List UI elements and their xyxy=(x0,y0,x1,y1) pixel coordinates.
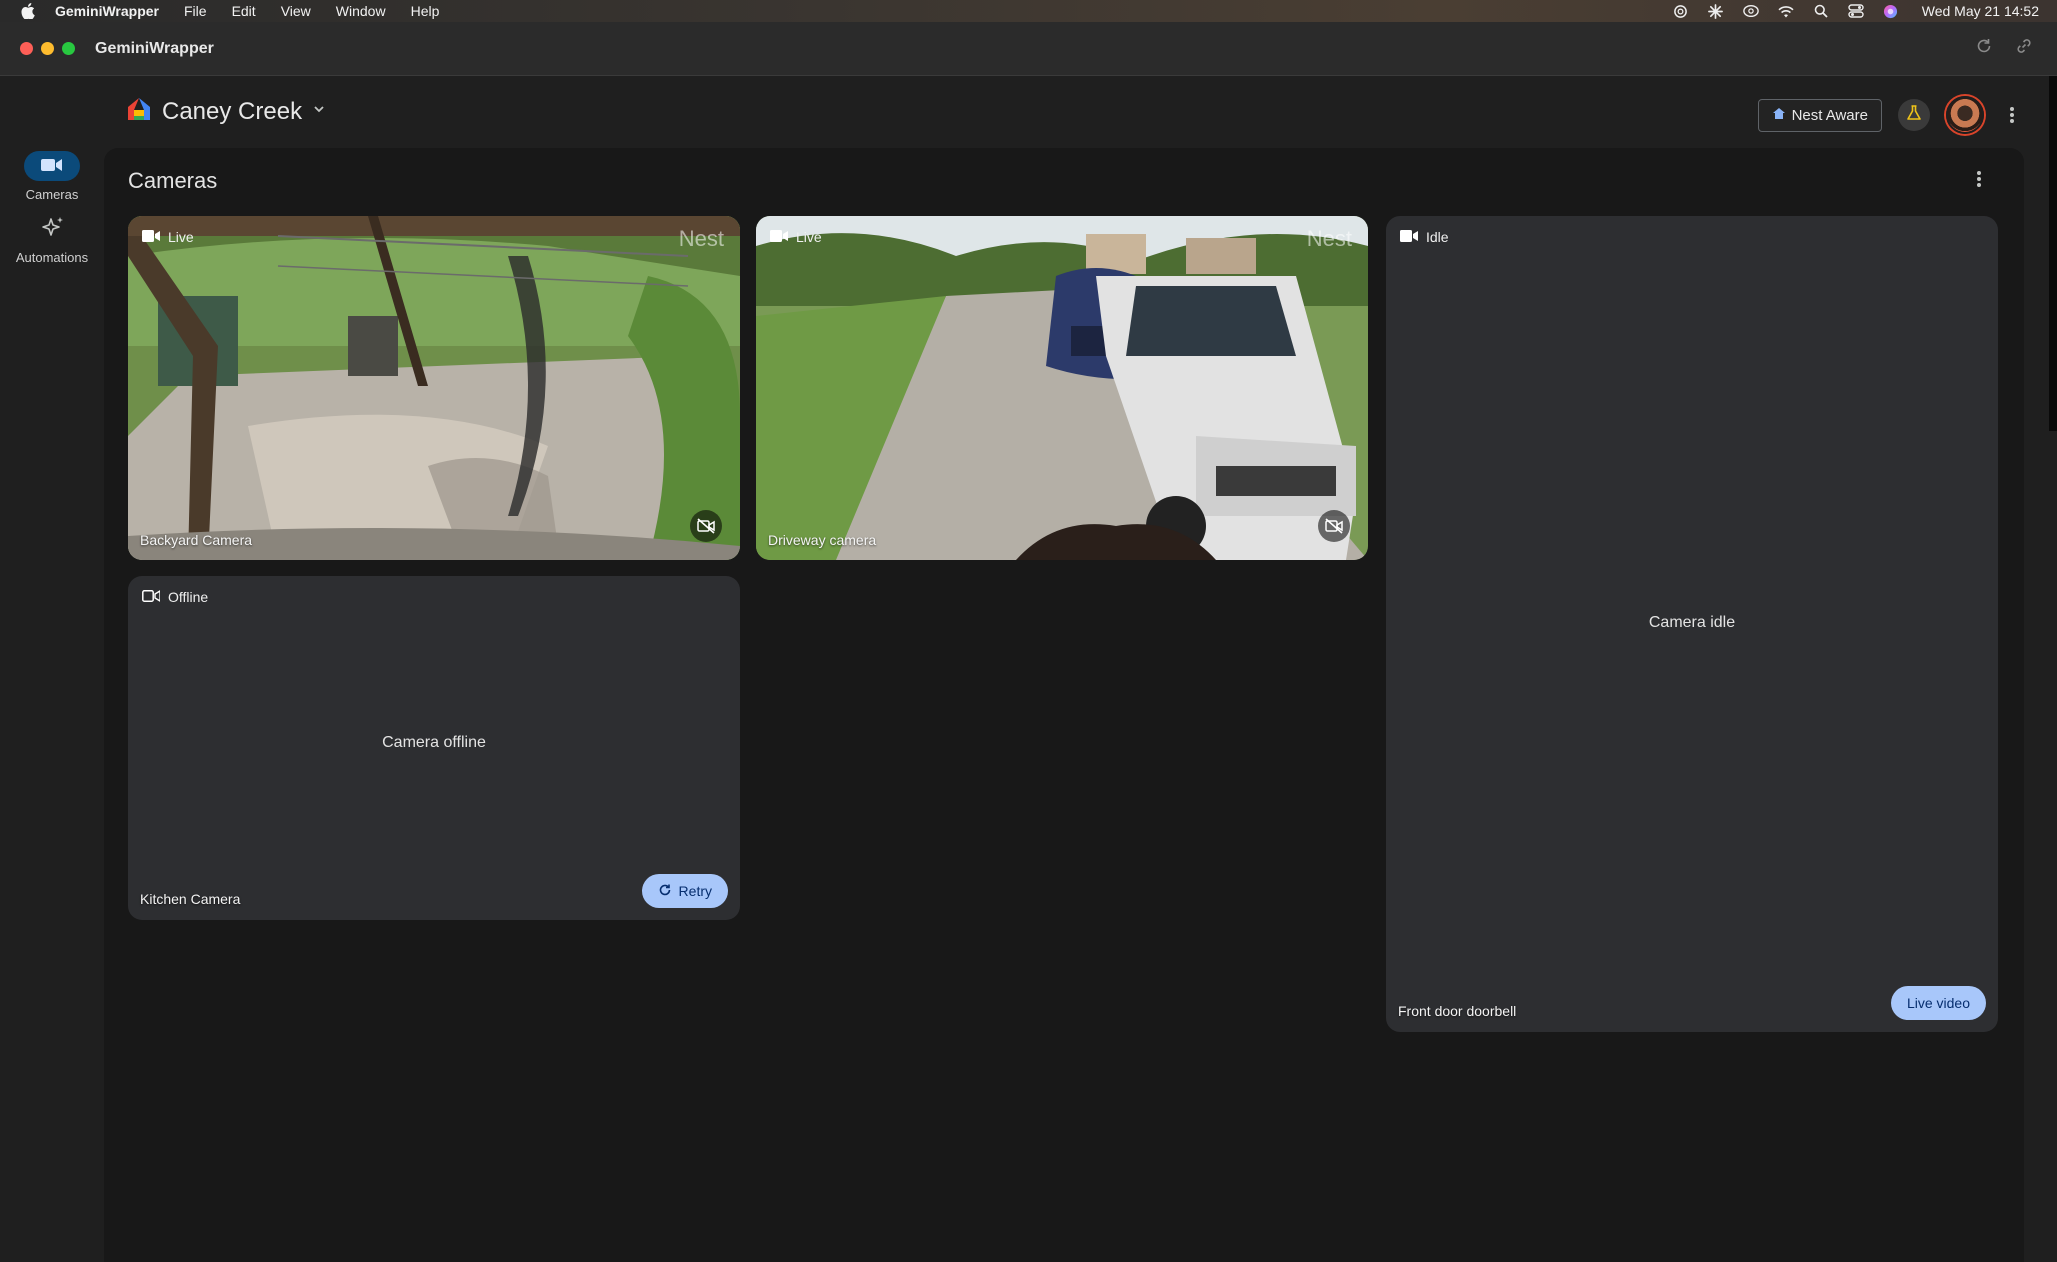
link-icon[interactable] xyxy=(2015,37,2033,60)
wifi-icon[interactable] xyxy=(1778,4,1794,18)
camera-offline-message: Camera offline xyxy=(382,734,486,751)
nest-watermark: Nest xyxy=(678,226,724,251)
nav-pill xyxy=(24,151,80,181)
more-vert-icon[interactable] xyxy=(2000,103,2024,127)
page-title: Cameras xyxy=(128,168,218,193)
camera-status: Offline xyxy=(142,589,208,605)
retry-label: Retry xyxy=(678,883,712,899)
camera-name: Backyard Camera xyxy=(140,532,253,548)
nav-label-automations: Automations xyxy=(15,250,89,265)
reload-icon[interactable] xyxy=(1975,37,1993,60)
menubar-clock[interactable]: Wed May 21 14:52 xyxy=(1922,3,2039,19)
live-video-label: Live video xyxy=(1906,995,1970,1011)
file-menu[interactable]: File xyxy=(184,3,207,19)
window-controls xyxy=(20,42,75,55)
nest-aware-label: Nest Aware xyxy=(1791,106,1868,124)
camera-card-backyard[interactable]: Live Nest Backyard Camera xyxy=(128,216,740,560)
nav-label-cameras: Cameras xyxy=(25,187,79,202)
camera-status: Idle xyxy=(1400,229,1449,245)
google-home-logo-icon xyxy=(126,96,152,127)
nav-pill xyxy=(24,214,80,244)
window-menu[interactable]: Window xyxy=(336,3,386,19)
home-switcher[interactable]: Caney Creek xyxy=(126,96,326,127)
panel-more-vert-icon[interactable] xyxy=(1976,170,1982,193)
camera-idle-message: Camera idle xyxy=(1648,614,1736,631)
cameras-panel: Cameras Live Nest Backyard Camera Live N… xyxy=(104,148,2024,1262)
view-menu[interactable]: View xyxy=(281,3,311,19)
videocam-off-icon[interactable] xyxy=(1318,510,1350,542)
videocam-icon xyxy=(142,229,160,245)
account-avatar[interactable] xyxy=(1946,96,1984,134)
nav-item-cameras[interactable]: Cameras xyxy=(0,151,104,202)
macos-menu-bar: GeminiWrapper File Edit View Window Help… xyxy=(0,0,2057,22)
zoom-window-button[interactable] xyxy=(62,42,75,55)
minimize-window-button[interactable] xyxy=(41,42,54,55)
camera-card-kitchen[interactable]: Offline Camera offline Kitchen Camera Re… xyxy=(128,576,740,920)
flask-icon xyxy=(1905,104,1923,127)
nest-watermark: Nest xyxy=(1306,226,1352,251)
window-title: GeminiWrapper xyxy=(95,39,214,57)
labs-button[interactable] xyxy=(1898,99,1930,131)
videocam-icon xyxy=(41,158,63,175)
creative-cloud-icon[interactable] xyxy=(1742,4,1759,18)
camera-card-front-door[interactable]: Idle Camera idle Front door doorbell Liv… xyxy=(1386,216,1998,1032)
videocam-icon xyxy=(1400,229,1418,245)
chatgpt-status-icon[interactable] xyxy=(1673,4,1689,18)
videocam-icon xyxy=(770,229,788,245)
camera-status-label: Live xyxy=(796,229,822,245)
camera-status: Live xyxy=(142,229,194,245)
camera-status-label: Idle xyxy=(1426,229,1449,245)
camera-card-driveway[interactable]: Live Nest Driveway camera xyxy=(756,216,1368,560)
window-scrollbar[interactable] xyxy=(2049,76,2057,431)
camera-name: Front door doorbell xyxy=(1398,1003,1517,1019)
camera-name: Driveway camera xyxy=(768,532,877,548)
camera-status: Live xyxy=(770,229,822,245)
chevron-down-icon xyxy=(312,102,326,121)
videocam-off-icon[interactable] xyxy=(690,510,722,542)
edit-menu[interactable]: Edit xyxy=(232,3,256,19)
camera-name: Kitchen Camera xyxy=(140,891,241,907)
nest-home-icon xyxy=(1772,107,1786,124)
side-navigation: Cameras Automations xyxy=(0,76,104,1262)
videocam-outline-icon xyxy=(142,589,161,605)
home-name: Caney Creek xyxy=(162,97,303,125)
spotlight-search-icon[interactable] xyxy=(1813,4,1829,18)
control-center-icon[interactable] xyxy=(1848,4,1864,18)
driveway-camera-feed[interactable] xyxy=(756,216,1368,560)
live-video-button[interactable]: Live video xyxy=(1890,986,1986,1020)
claude-status-icon[interactable] xyxy=(1708,3,1724,19)
backyard-camera-feed[interactable] xyxy=(128,216,740,560)
app-menu[interactable]: GeminiWrapper xyxy=(55,3,159,19)
siri-icon[interactable] xyxy=(1883,4,1899,18)
app-header: Caney Creek Nest Aware xyxy=(104,76,2024,148)
camera-status-label: Live xyxy=(168,229,194,245)
close-window-button[interactable] xyxy=(20,42,33,55)
help-menu[interactable]: Help xyxy=(411,3,440,19)
apple-menu-icon[interactable] xyxy=(21,3,35,19)
refresh-icon xyxy=(658,883,672,900)
window-titlebar: GeminiWrapper xyxy=(0,22,2057,76)
nest-aware-button[interactable]: Nest Aware xyxy=(1757,98,1882,132)
sparkle-icon xyxy=(39,216,65,243)
camera-status-label: Offline xyxy=(168,589,209,605)
nav-item-automations[interactable]: Automations xyxy=(0,214,104,265)
retry-button[interactable]: Retry xyxy=(641,874,728,908)
